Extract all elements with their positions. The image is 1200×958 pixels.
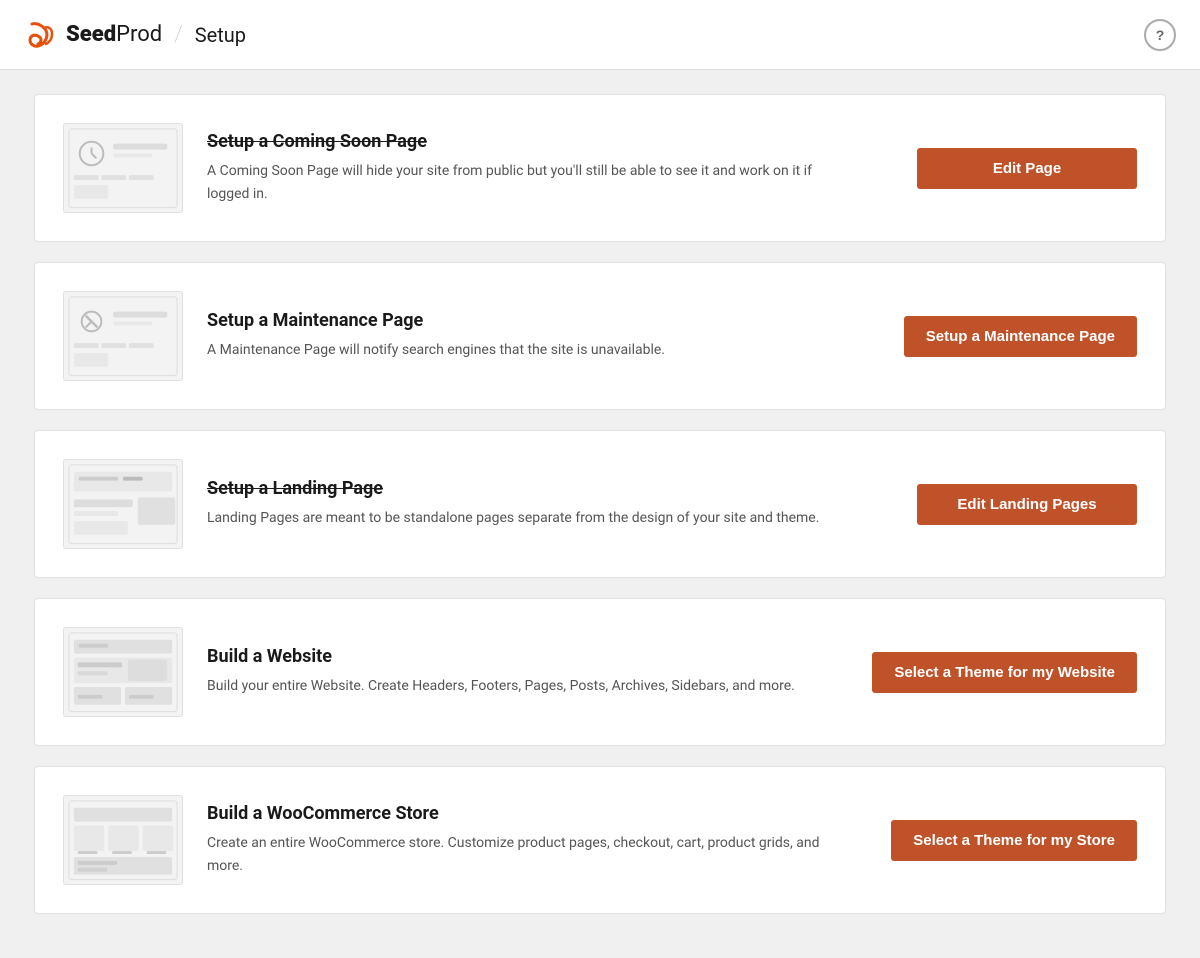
logo-text: SeedProd bbox=[66, 22, 162, 47]
card-action-coming-soon: Edit Page bbox=[917, 148, 1137, 189]
card-button-maintenance[interactable]: Setup a Maintenance Page bbox=[904, 316, 1137, 357]
card-desc-maintenance: A Maintenance Page will notify search en… bbox=[207, 339, 857, 361]
card-button-woocommerce[interactable]: Select a Theme for my Store bbox=[891, 820, 1137, 861]
logo: SeedProd bbox=[24, 18, 162, 52]
card-desc-landing: Landing Pages are meant to be standalone… bbox=[207, 507, 857, 529]
card-landing: Setup a Landing Page Landing Pages are m… bbox=[34, 430, 1166, 578]
card-desc-website: Build your entire Website. Create Header… bbox=[207, 675, 848, 697]
header-divider: / bbox=[174, 22, 183, 47]
card-coming-soon: Setup a Coming Soon Page A Coming Soon P… bbox=[34, 94, 1166, 242]
card-title-woocommerce: Build a WooCommerce Store bbox=[207, 803, 867, 824]
app-header: SeedProd / Setup ? bbox=[0, 0, 1200, 70]
card-button-landing[interactable]: Edit Landing Pages bbox=[917, 484, 1137, 525]
card-action-website: Select a Theme for my Website bbox=[872, 652, 1137, 693]
card-desc-woocommerce: Create an entire WooCommerce store. Cust… bbox=[207, 832, 857, 877]
card-title-website: Build a Website bbox=[207, 646, 848, 667]
page-title: Setup bbox=[195, 23, 246, 47]
card-button-coming-soon[interactable]: Edit Page bbox=[917, 148, 1137, 189]
card-body-woocommerce: Build a WooCommerce Store Create an enti… bbox=[207, 803, 867, 877]
card-button-website[interactable]: Select a Theme for my Website bbox=[872, 652, 1137, 693]
card-title-coming-soon: Setup a Coming Soon Page bbox=[207, 131, 893, 152]
card-body-maintenance: Setup a Maintenance Page A Maintenance P… bbox=[207, 310, 880, 361]
card-image-website bbox=[63, 627, 183, 717]
card-image-maintenance bbox=[63, 291, 183, 381]
card-title-maintenance: Setup a Maintenance Page bbox=[207, 310, 880, 331]
card-action-landing: Edit Landing Pages bbox=[917, 484, 1137, 525]
header-left: SeedProd / Setup bbox=[24, 18, 246, 52]
card-woocommerce: Build a WooCommerce Store Create an enti… bbox=[34, 766, 1166, 914]
card-image-coming-soon bbox=[63, 123, 183, 213]
card-body-landing: Setup a Landing Page Landing Pages are m… bbox=[207, 478, 893, 529]
card-maintenance: Setup a Maintenance Page A Maintenance P… bbox=[34, 262, 1166, 410]
card-body-website: Build a Website Build your entire Websit… bbox=[207, 646, 848, 697]
card-title-landing: Setup a Landing Page bbox=[207, 478, 893, 499]
card-image-woocommerce bbox=[63, 795, 183, 885]
card-body-coming-soon: Setup a Coming Soon Page A Coming Soon P… bbox=[207, 131, 893, 205]
help-button[interactable]: ? bbox=[1144, 19, 1176, 51]
card-website: Build a Website Build your entire Websit… bbox=[34, 598, 1166, 746]
main-content: Setup a Coming Soon Page A Coming Soon P… bbox=[10, 70, 1190, 958]
seedprod-logo-icon bbox=[24, 18, 58, 52]
card-action-woocommerce: Select a Theme for my Store bbox=[891, 820, 1137, 861]
card-action-maintenance: Setup a Maintenance Page bbox=[904, 316, 1137, 357]
card-image-landing bbox=[63, 459, 183, 549]
card-desc-coming-soon: A Coming Soon Page will hide your site f… bbox=[207, 160, 857, 205]
